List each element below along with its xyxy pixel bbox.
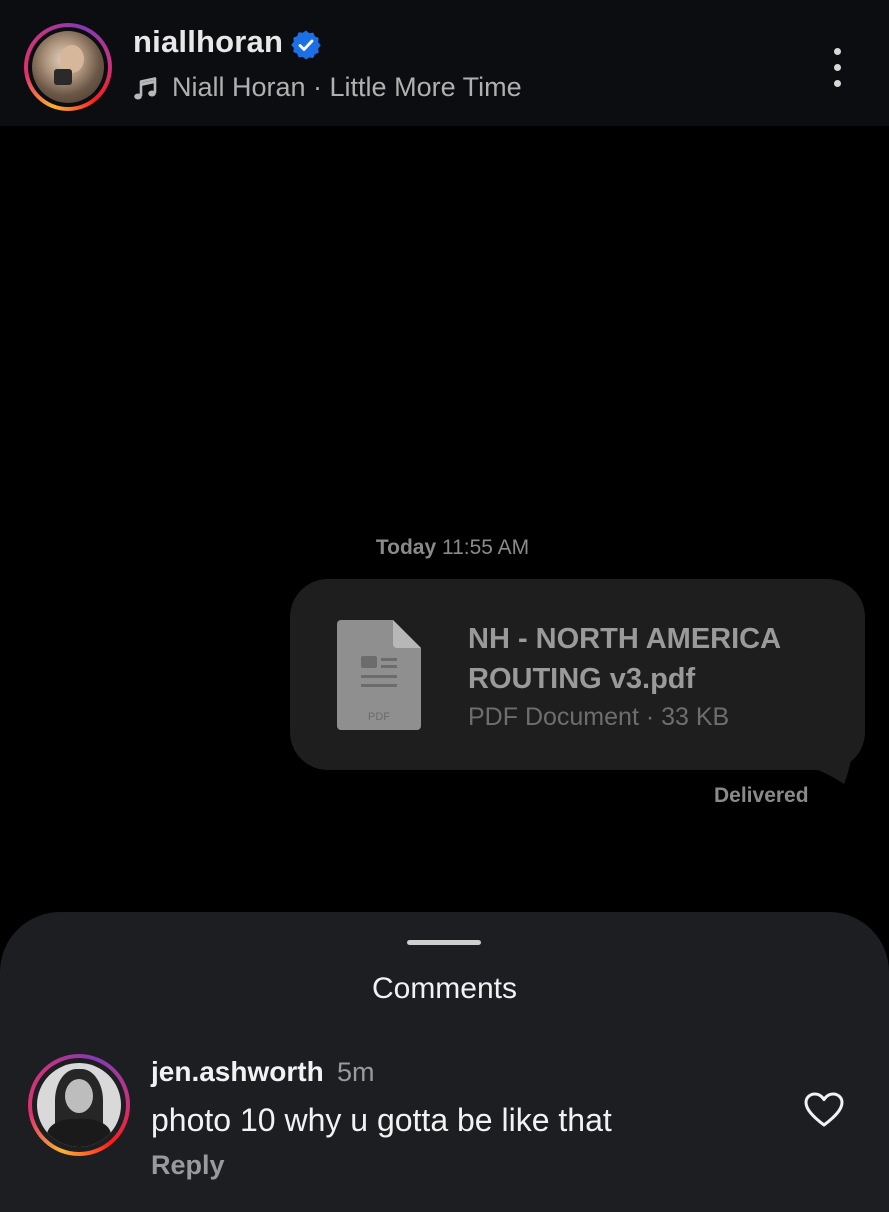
- pdf-icon-label: PDF: [368, 711, 390, 723]
- reply-button[interactable]: Reply: [151, 1150, 225, 1181]
- avatar-photo: [32, 31, 104, 103]
- comment-time: 5m: [337, 1057, 375, 1087]
- chat-header: niallhoran Niall Horan · Little More Tim…: [0, 0, 889, 126]
- commenter-avatar[interactable]: [28, 1054, 130, 1156]
- comments-title: Comments: [371, 972, 518, 1005]
- attachment-file-name[interactable]: NH - NORTH AMERICA ROUTING v3.pdf: [468, 619, 848, 699]
- profile-username[interactable]: niallhoran: [133, 24, 283, 60]
- bubble-tail: [818, 744, 852, 784]
- message-timestamp: Today 11:55 AM: [0, 536, 889, 560]
- pdf-file-icon: PDF: [337, 620, 421, 730]
- sheet-drag-handle[interactable]: [407, 940, 481, 945]
- verified-badge-icon: [291, 30, 321, 60]
- heart-icon[interactable]: [804, 1092, 844, 1128]
- comment-username[interactable]: jen.ashworth: [151, 1056, 324, 1088]
- music-note-icon: [134, 77, 157, 100]
- delivery-status: Delivered: [714, 784, 809, 807]
- comment-text: photo 10 why u gotta be like that: [151, 1102, 612, 1138]
- attachment-file-meta: PDF Document · 33 KB: [468, 703, 730, 731]
- profile-avatar[interactable]: [24, 23, 112, 111]
- now-playing-label[interactable]: Niall Horan · Little More Time: [172, 72, 522, 103]
- comments-sheet: [0, 912, 889, 1212]
- more-options-icon[interactable]: [824, 46, 852, 90]
- timestamp-day: Today: [375, 536, 437, 559]
- commenter-photo: [37, 1063, 121, 1147]
- timestamp-time: 11:55 AM: [441, 536, 530, 559]
